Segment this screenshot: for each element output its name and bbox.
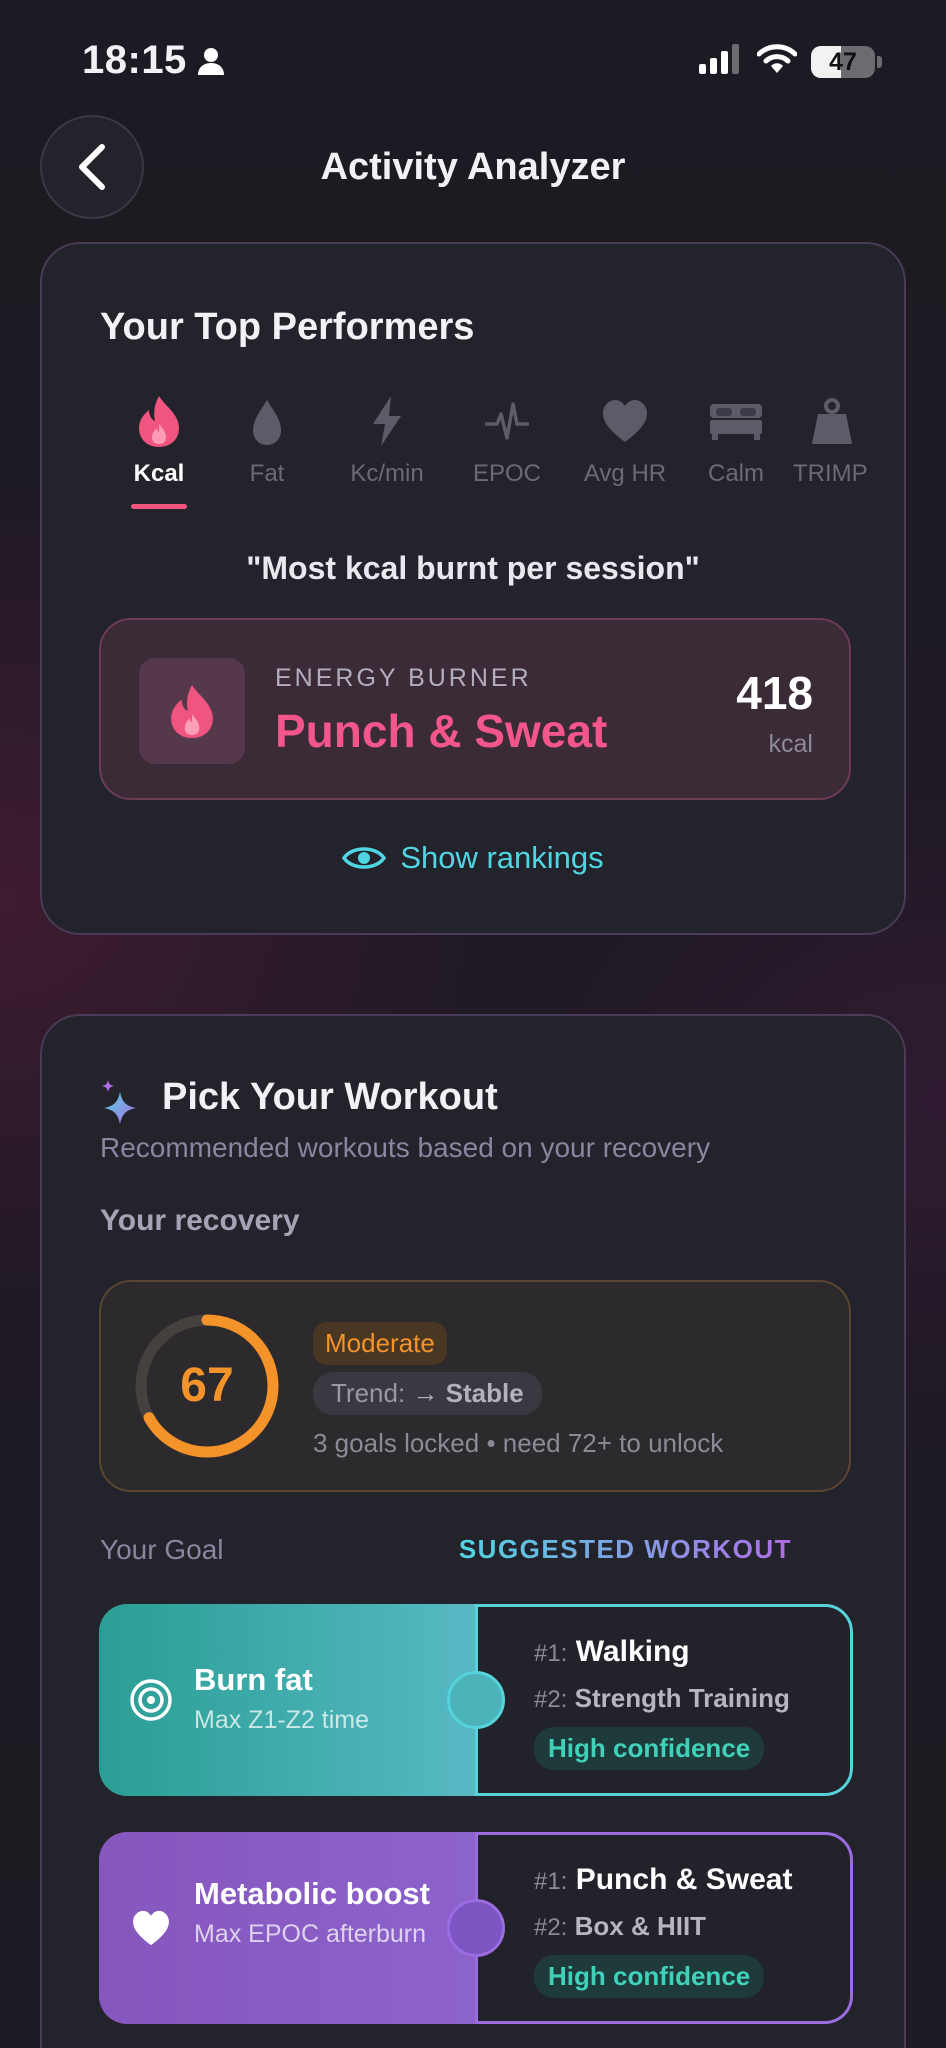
suggestion-first-name: Walking bbox=[575, 1635, 690, 1668]
tab-calm[interactable]: Calm bbox=[681, 394, 791, 488]
rank-prefix: #1: bbox=[534, 1868, 568, 1895]
suggestion-card[interactable]: #1: Walking #2: Strength Training High c… bbox=[475, 1604, 853, 1796]
confidence-badge: High confidence bbox=[534, 1955, 765, 1998]
show-rankings-label: Show rankings bbox=[400, 840, 604, 875]
top-performer-value: 418 bbox=[736, 667, 813, 719]
screen: 18:15 47 Activity Analyzer Your Top Perf… bbox=[0, 0, 946, 2048]
battery-level: 47 bbox=[829, 47, 857, 76]
tab-label: Avg HR bbox=[583, 460, 667, 487]
battery-indicator: 47 bbox=[811, 45, 875, 78]
eye-icon bbox=[342, 847, 387, 869]
weight-icon bbox=[812, 398, 852, 444]
trend-label: Trend: bbox=[331, 1378, 406, 1408]
suggestion-second-name: Box & HIIT bbox=[574, 1911, 707, 1941]
recovery-level-badge: Moderate bbox=[313, 1322, 447, 1365]
confidence-badge: High confidence bbox=[534, 1727, 765, 1770]
signal-icon bbox=[699, 44, 743, 79]
suggestion-first: #1: Punch & Sweat bbox=[534, 1863, 792, 1897]
tab-kc-min[interactable]: Kc/min bbox=[332, 394, 442, 488]
rank-prefix: #2: bbox=[534, 1914, 568, 1941]
top-performers-title: Your Top Performers bbox=[100, 306, 475, 348]
goal-card[interactable]: Metabolic boost Max EPOC afterburn bbox=[99, 1832, 477, 2024]
connector-knob bbox=[447, 1671, 505, 1729]
recovery-box: 67 Moderate Trend: → Stable 3 goals lock… bbox=[99, 1280, 851, 1492]
goal-description: Max EPOC afterburn bbox=[194, 1920, 427, 1948]
heart-icon bbox=[133, 1910, 169, 1946]
connector-knob bbox=[447, 1899, 505, 1957]
tab-label: Fat bbox=[249, 460, 285, 487]
trend-value: → Stable bbox=[412, 1378, 524, 1408]
goal-card[interactable]: Burn fat Max Z1-Z2 time bbox=[99, 1604, 477, 1796]
pick-workout-subtitle: Recommended workouts based on your recov… bbox=[100, 1132, 711, 1163]
suggestion-second-name: Strength Training bbox=[574, 1683, 790, 1713]
suggested-column-header: SUGGESTED WORKOUT bbox=[458, 1534, 792, 1564]
tab-label: Kcal bbox=[133, 460, 185, 487]
tab-kcal[interactable]: Kcal bbox=[104, 394, 214, 488]
tab-label: Kc/min bbox=[350, 460, 424, 487]
top-performer-name: Punch & Sweat bbox=[275, 705, 608, 757]
suggestion-first-name: Punch & Sweat bbox=[575, 1863, 793, 1896]
status-time: 18:15 bbox=[82, 38, 187, 82]
tab-label: TRIMP bbox=[793, 460, 868, 487]
active-tab-indicator bbox=[131, 504, 187, 509]
suggestion-first: #1: Walking bbox=[534, 1635, 690, 1669]
goal-column-header: Your Goal bbox=[100, 1534, 224, 1565]
top-performer-icon-bg bbox=[139, 658, 245, 764]
suggestion-second: #2: Strength Training bbox=[534, 1683, 790, 1714]
top-performer-unit: kcal bbox=[768, 730, 813, 758]
status-bar: 18:15 47 bbox=[82, 38, 882, 90]
heart-icon bbox=[603, 400, 647, 442]
tab-avg-hr[interactable]: Avg HR bbox=[570, 394, 680, 488]
pick-workout-card: Pick Your Workout Recommended workouts b… bbox=[40, 1014, 906, 2048]
drop-icon bbox=[253, 400, 281, 445]
pick-workout-title: Pick Your Workout bbox=[162, 1076, 498, 1118]
flame-icon bbox=[171, 684, 213, 739]
recovery-note: 3 goals locked • need 72+ to unlock bbox=[313, 1428, 724, 1458]
goal-description: Max Z1-Z2 time bbox=[194, 1706, 370, 1734]
rank-prefix: #2: bbox=[534, 1686, 568, 1713]
top-performer-box: ENERGY BURNER Punch & Sweat 418 kcal bbox=[99, 618, 851, 800]
person-icon bbox=[196, 46, 226, 81]
goal-row-burn-fat[interactable]: Burn fat Max Z1-Z2 time #1: Walking #2: … bbox=[99, 1604, 853, 1796]
suggestion-second: #2: Box & HIIT bbox=[534, 1911, 706, 1942]
rank-prefix: #1: bbox=[534, 1640, 568, 1667]
top-performers-card: Your Top Performers Kcal Fat Kc/min EPOC… bbox=[40, 242, 906, 935]
tab-trimp[interactable]: TRIMP bbox=[787, 394, 877, 488]
goal-row-metabolic-boost[interactable]: Metabolic boost Max EPOC afterburn #1: P… bbox=[99, 1832, 853, 2024]
goal-name: Metabolic boost bbox=[194, 1876, 430, 1911]
metric-tabs: Kcal Fat Kc/min EPOC Avg HR Calm TRIMP bbox=[82, 394, 882, 509]
bed-icon bbox=[710, 404, 762, 440]
flame-icon bbox=[139, 396, 179, 447]
show-rankings-button[interactable]: Show rankings bbox=[42, 840, 904, 876]
tab-epoc[interactable]: EPOC bbox=[452, 394, 562, 488]
target-icon bbox=[130, 1679, 172, 1721]
suggestion-card[interactable]: #1: Punch & Sweat #2: Box & HIIT High co… bbox=[475, 1832, 853, 2024]
wifi-icon bbox=[756, 44, 798, 79]
page-title: Activity Analyzer bbox=[320, 146, 626, 188]
tab-label: Calm bbox=[707, 460, 764, 487]
recovery-trend-badge: Trend: → Stable bbox=[313, 1372, 542, 1415]
goal-name: Burn fat bbox=[194, 1662, 313, 1697]
sparkle-icon bbox=[102, 1080, 136, 1124]
recovery-label: Your recovery bbox=[100, 1204, 300, 1237]
bolt-icon bbox=[373, 396, 401, 446]
recovery-score: 67 bbox=[180, 1359, 234, 1412]
tab-label: EPOC bbox=[472, 460, 541, 487]
battery-tip bbox=[877, 55, 882, 68]
top-performer-category: ENERGY BURNER bbox=[275, 664, 532, 692]
tab-fat[interactable]: Fat bbox=[212, 394, 322, 488]
metric-description: "Most kcal burnt per session" bbox=[246, 550, 700, 586]
pulse-icon bbox=[485, 402, 529, 440]
